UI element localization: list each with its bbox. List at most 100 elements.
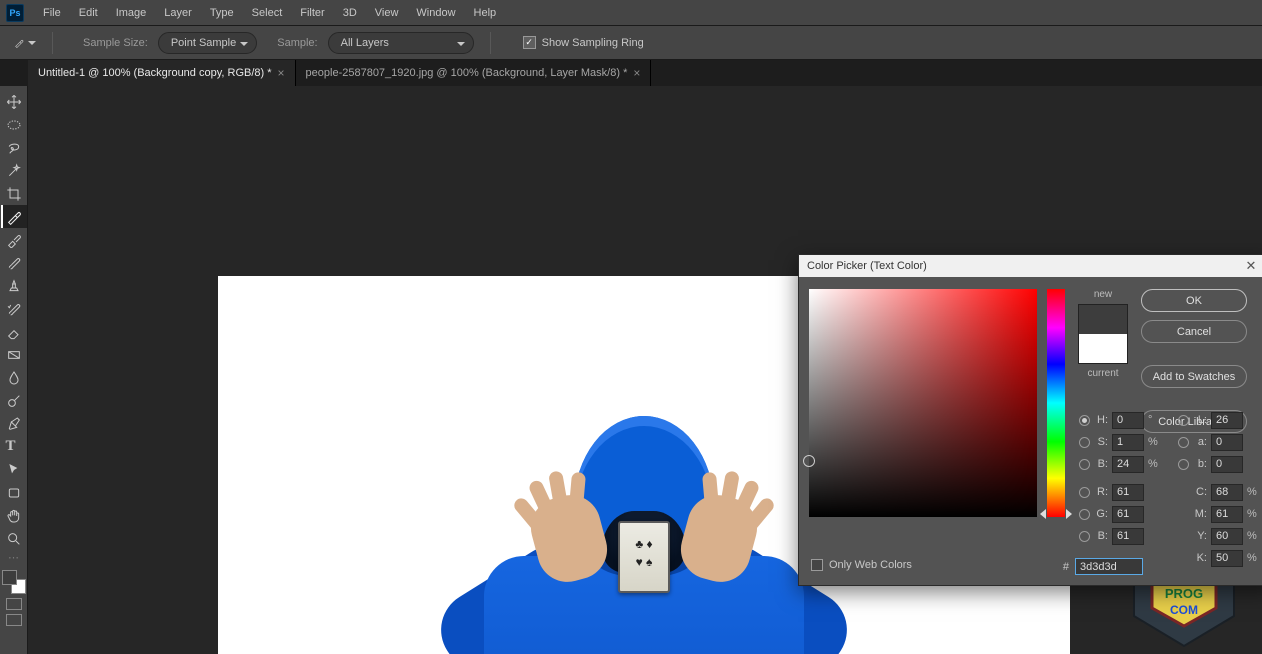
radio-r[interactable] bbox=[1079, 487, 1090, 498]
svg-text:COM: COM bbox=[1170, 603, 1198, 617]
sample-value: All Layers bbox=[341, 37, 389, 49]
close-icon[interactable]: × bbox=[278, 66, 285, 80]
tool-hand[interactable] bbox=[1, 504, 27, 527]
tool-path-select[interactable] bbox=[1, 458, 27, 481]
color-swatches[interactable] bbox=[2, 570, 26, 594]
dialog-title-bar[interactable]: Color Picker (Text Color) ✕ bbox=[799, 255, 1262, 277]
checkbox-checked-icon: ✓ bbox=[523, 36, 536, 49]
tool-lasso[interactable] bbox=[1, 136, 27, 159]
slider-thumb-icon bbox=[1066, 509, 1072, 519]
close-icon[interactable]: × bbox=[633, 66, 640, 80]
tool-history-brush[interactable] bbox=[1, 297, 27, 320]
add-to-swatches-button[interactable]: Add to Swatches bbox=[1141, 365, 1247, 388]
input-l[interactable] bbox=[1211, 412, 1243, 429]
tool-blur[interactable] bbox=[1, 366, 27, 389]
show-sampling-ring-checkbox[interactable]: ✓ Show Sampling Ring bbox=[523, 36, 644, 49]
tool-gradient[interactable] bbox=[1, 343, 27, 366]
tool-clone-stamp[interactable] bbox=[1, 274, 27, 297]
radio-b[interactable] bbox=[1079, 459, 1090, 470]
radio-l[interactable] bbox=[1178, 415, 1189, 426]
menu-select[interactable]: Select bbox=[243, 0, 292, 26]
current-tool-icon[interactable] bbox=[14, 32, 36, 54]
menu-type[interactable]: Type bbox=[201, 0, 243, 26]
input-la[interactable] bbox=[1211, 434, 1243, 451]
tool-dodge[interactable] bbox=[1, 389, 27, 412]
input-r[interactable] bbox=[1112, 484, 1144, 501]
menu-view[interactable]: View bbox=[366, 0, 408, 26]
document-tab-label: Untitled-1 @ 100% (Background copy, RGB/… bbox=[38, 67, 272, 79]
tool-shape[interactable] bbox=[1, 481, 27, 504]
canvas[interactable]: adidas BOX PROG COM Color Picker (Text C… bbox=[28, 86, 1262, 654]
radio-bl[interactable] bbox=[1079, 531, 1090, 542]
input-m[interactable] bbox=[1211, 506, 1243, 523]
tool-marquee[interactable] bbox=[1, 113, 27, 136]
menu-3d[interactable]: 3D bbox=[334, 0, 366, 26]
color-compare[interactable] bbox=[1078, 304, 1128, 364]
tool-move[interactable] bbox=[1, 90, 27, 113]
checkbox-unchecked-icon bbox=[811, 559, 823, 571]
tool-eyedropper[interactable] bbox=[1, 205, 27, 228]
input-b[interactable] bbox=[1112, 456, 1144, 473]
current-color-label: current bbox=[1087, 368, 1118, 379]
hue-slider[interactable] bbox=[1047, 289, 1065, 517]
menu-layer[interactable]: Layer bbox=[155, 0, 201, 26]
unit-pct: % bbox=[1247, 508, 1259, 520]
tool-eraser[interactable] bbox=[1, 320, 27, 343]
label-m: M: bbox=[1193, 508, 1207, 520]
tool-healing-brush[interactable] bbox=[1, 228, 27, 251]
hex-input[interactable] bbox=[1075, 558, 1143, 575]
menu-window[interactable]: Window bbox=[407, 0, 464, 26]
foreground-color-swatch[interactable] bbox=[2, 570, 17, 585]
close-icon[interactable]: ✕ bbox=[1237, 258, 1262, 274]
separator bbox=[490, 32, 491, 54]
unit-pct: % bbox=[1247, 552, 1259, 564]
radio-a[interactable] bbox=[1178, 437, 1189, 448]
input-h[interactable] bbox=[1112, 412, 1144, 429]
dialog-title: Color Picker (Text Color) bbox=[807, 260, 1237, 272]
radio-s[interactable] bbox=[1079, 437, 1090, 448]
tool-brush[interactable] bbox=[1, 251, 27, 274]
radio-lb[interactable] bbox=[1178, 459, 1189, 470]
screen-mode-toggle[interactable] bbox=[6, 614, 22, 626]
chevron-down-icon bbox=[240, 42, 248, 46]
only-web-colors-checkbox[interactable]: Only Web Colors bbox=[811, 559, 912, 571]
document-tab-bar: Untitled-1 @ 100% (Background copy, RGB/… bbox=[0, 60, 1262, 86]
label-r: R: bbox=[1094, 486, 1108, 498]
input-k[interactable] bbox=[1211, 550, 1243, 567]
label-g: G: bbox=[1094, 508, 1108, 520]
input-y[interactable] bbox=[1211, 528, 1243, 545]
sample-select[interactable]: All Layers bbox=[328, 32, 474, 54]
cancel-button[interactable]: Cancel bbox=[1141, 320, 1247, 343]
saturation-value-field[interactable] bbox=[809, 289, 1037, 517]
unit-pct: % bbox=[1247, 530, 1259, 542]
document-tab[interactable]: people-2587807_1920.jpg @ 100% (Backgrou… bbox=[296, 60, 652, 86]
input-lb[interactable] bbox=[1211, 456, 1243, 473]
menu-edit[interactable]: Edit bbox=[70, 0, 107, 26]
radio-h[interactable] bbox=[1079, 415, 1090, 426]
tool-zoom[interactable] bbox=[1, 527, 27, 550]
menu-file[interactable]: File bbox=[34, 0, 70, 26]
menu-help[interactable]: Help bbox=[465, 0, 506, 26]
ok-button[interactable]: OK bbox=[1141, 289, 1247, 312]
input-c[interactable] bbox=[1211, 484, 1243, 501]
quick-mask-toggle[interactable] bbox=[6, 598, 22, 610]
tool-magic-wand[interactable] bbox=[1, 159, 27, 182]
input-s[interactable] bbox=[1112, 434, 1144, 451]
sample-size-select[interactable]: Point Sample bbox=[158, 32, 257, 54]
document-tab[interactable]: Untitled-1 @ 100% (Background copy, RGB/… bbox=[28, 60, 296, 86]
unit-pct: % bbox=[1148, 436, 1160, 448]
menu-filter[interactable]: Filter bbox=[291, 0, 333, 26]
menu-image[interactable]: Image bbox=[107, 0, 156, 26]
label-y: Y: bbox=[1193, 530, 1207, 542]
radio-g[interactable] bbox=[1079, 509, 1090, 520]
svg-text:PROG: PROG bbox=[1165, 586, 1203, 601]
input-g[interactable] bbox=[1112, 506, 1144, 523]
new-color-label: new bbox=[1094, 289, 1112, 300]
tool-pen[interactable] bbox=[1, 412, 27, 435]
sample-label: Sample: bbox=[277, 37, 317, 49]
tool-crop[interactable] bbox=[1, 182, 27, 205]
quick-mask-controls bbox=[6, 598, 22, 626]
document-tab-label: people-2587807_1920.jpg @ 100% (Backgrou… bbox=[306, 67, 628, 79]
tool-type[interactable]: T bbox=[1, 435, 27, 458]
input-bl[interactable] bbox=[1112, 528, 1144, 545]
